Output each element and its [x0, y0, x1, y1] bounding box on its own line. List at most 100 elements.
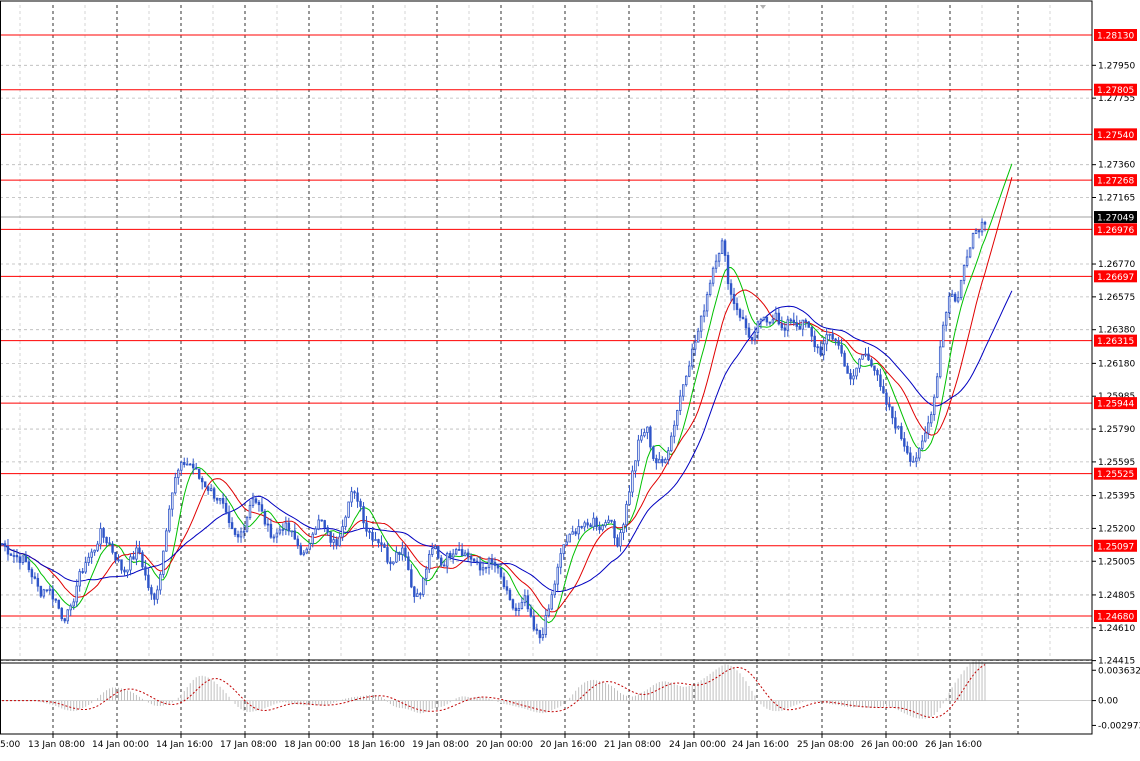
candle-body [171, 492, 174, 510]
candle [941, 321, 945, 348]
candle-body [649, 426, 652, 448]
candle-body [48, 588, 52, 591]
candle-body [918, 447, 921, 459]
candle-body [260, 504, 264, 512]
candle-body [347, 501, 350, 518]
candle-body [756, 321, 760, 333]
level-label: 1.27268 [1094, 174, 1137, 187]
price-chart[interactable]: 1.27950 1.27755 1.27360 1.27165 1.26770 1.265… [0, 0, 1140, 757]
candle-body [571, 531, 574, 535]
candle [57, 599, 60, 610]
level-label-text: 1.26315 [1097, 337, 1134, 347]
candle-body [290, 530, 294, 533]
candle [935, 372, 939, 399]
candle-body [562, 544, 565, 555]
candle [437, 545, 440, 560]
candle-body [947, 296, 951, 314]
time-label: 20 Jan 00:00 [476, 740, 533, 750]
candle-body [233, 528, 237, 535]
candle-body [224, 502, 228, 513]
candle-body [448, 552, 452, 558]
candle-body [120, 559, 123, 571]
candle-body [935, 376, 939, 398]
candle-body [849, 372, 852, 380]
level-label-text: 1.27805 [1097, 86, 1134, 96]
candle-body [398, 552, 401, 555]
candle-body [466, 552, 470, 557]
candle-body [810, 326, 813, 337]
candle-body [24, 555, 28, 563]
candle-body [855, 367, 858, 377]
candle-body [915, 457, 918, 462]
candle [568, 533, 571, 543]
candle-body [329, 531, 332, 543]
candle-body [921, 440, 924, 449]
level-label: 1.25944 [1094, 397, 1137, 410]
candle-body [177, 469, 180, 478]
candle-body [726, 255, 730, 285]
price-tick-label: 1.26380 [1098, 326, 1135, 336]
candle-body [897, 426, 900, 429]
candle-body [174, 477, 177, 494]
candle-body [326, 527, 329, 533]
candle-body [610, 519, 613, 522]
candle-body [454, 549, 458, 555]
candle-body [670, 435, 673, 452]
candle-body [858, 358, 861, 369]
candle-body [114, 551, 117, 561]
level-label-text: 1.26697 [1097, 273, 1134, 283]
candle-body [215, 497, 219, 501]
candle-body [568, 533, 571, 543]
candle-body [816, 346, 819, 349]
candle-body [335, 539, 338, 546]
level-label: 1.26697 [1094, 270, 1137, 283]
candle-body [565, 541, 568, 546]
candle-body [135, 547, 138, 560]
candle-body [601, 525, 604, 531]
price-tick-label: 1.25200 [1098, 524, 1135, 534]
candle-body [344, 516, 347, 527]
candle-body [251, 498, 255, 506]
candle-body [159, 574, 162, 591]
chart-canvas[interactable]: 1.279501.277551.273601.271651.267701.265… [0, 0, 1140, 757]
time-label: 26 Jan 00:00 [861, 740, 918, 750]
candle-body [212, 488, 216, 499]
candle-body [655, 458, 658, 464]
candle-body [60, 607, 63, 620]
candle-body [383, 544, 386, 548]
candle-body [747, 327, 751, 338]
candle-body [640, 435, 643, 441]
candle-body [903, 438, 906, 447]
candle-body [541, 634, 545, 639]
candle-body [962, 265, 966, 281]
candle-body [39, 585, 43, 597]
candle-body [404, 547, 407, 558]
candle-body [150, 587, 153, 595]
candle-body [138, 547, 141, 553]
candle-body [338, 536, 341, 546]
candle [861, 354, 864, 360]
level-label-text: 1.25944 [1097, 400, 1134, 410]
time-label: 18 Jan 00:00 [284, 740, 341, 750]
level-label-text: 1.25097 [1097, 542, 1134, 552]
current-price-text: 1.27049 [1097, 214, 1134, 224]
candle-body [622, 524, 625, 533]
candle-body [9, 553, 13, 556]
candle-body [54, 598, 58, 601]
time-label: 21 Jan 08:00 [604, 740, 661, 750]
candle-body [236, 534, 240, 538]
candle-body [18, 556, 22, 563]
candle-body [123, 569, 126, 573]
level-label-text: 1.24680 [1097, 612, 1134, 622]
candle-body [96, 543, 99, 551]
candle [245, 515, 249, 533]
candle-body [484, 567, 488, 569]
candle-body [619, 532, 622, 547]
candle-body [974, 230, 978, 234]
candle-body [864, 353, 867, 356]
candle-body [780, 323, 784, 329]
candle-body [950, 293, 954, 297]
candle-body [156, 589, 159, 600]
candle-body [750, 336, 754, 341]
candle [141, 550, 144, 570]
